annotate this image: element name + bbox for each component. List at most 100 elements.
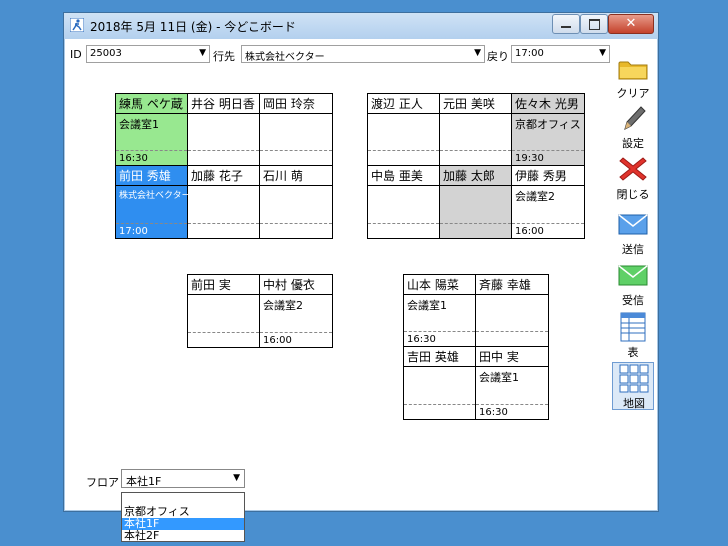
- name-divider: [260, 113, 332, 114]
- floor-select[interactable]: 本社1F ▼: [121, 469, 245, 488]
- destination-value: 株式会社ベクター: [245, 52, 325, 63]
- time-divider: [404, 404, 475, 405]
- receive-label: 受信: [622, 294, 644, 307]
- destination-select[interactable]: 株式会社ベクター ▼: [241, 45, 485, 63]
- settings-button[interactable]: 設定: [612, 103, 654, 151]
- name-divider: [404, 294, 475, 295]
- seat-cell[interactable]: 中村 優衣会議室2 16:00: [260, 275, 332, 347]
- name-divider: [260, 294, 332, 295]
- seat-group-4: 山本 陽菜 会議室1 16:30 斉藤 幸雄 吉田 英雄 田中 実会議室1 16:30: [403, 274, 549, 420]
- map-button[interactable]: 地図: [612, 362, 654, 410]
- seat-cell[interactable]: 伊藤 秀男 会議室2 16:00: [512, 166, 584, 238]
- pencil-icon: [624, 106, 646, 130]
- time-divider: [116, 223, 187, 224]
- chevron-down-icon: ▼: [474, 48, 481, 58]
- folder-icon: [618, 61, 648, 80]
- seat-return-time: 16:30: [119, 153, 148, 164]
- seat-cell[interactable]: 中島 亜美: [368, 166, 440, 238]
- time-divider: [188, 223, 259, 224]
- send-button[interactable]: 送信: [612, 209, 654, 257]
- seat-cell[interactable]: 前田 秀雄株式会社ベクター 17:00: [116, 166, 191, 238]
- seat-cell[interactable]: 加藤 太郎: [440, 166, 512, 238]
- name-divider: [440, 185, 511, 186]
- seat-group-3: 前田 実 中村 優衣会議室2 16:00: [187, 274, 333, 348]
- time-divider: [188, 332, 259, 333]
- name-divider: [188, 185, 259, 186]
- seat-cell[interactable]: 吉田 英雄: [404, 347, 476, 419]
- time-divider: [368, 150, 439, 151]
- clear-button[interactable]: クリア: [612, 53, 654, 101]
- app-window: 2018年 5月 11日 (金) - 今どこボード ✕ ID 25003 ▼ 行…: [63, 12, 659, 542]
- envelope-icon: [618, 214, 648, 235]
- floor-option[interactable]: 本社2F: [122, 530, 244, 542]
- seat-cell[interactable]: 練馬 ペケ蔵 会議室1 16:30: [116, 94, 188, 166]
- close-icon: ✕: [625, 16, 637, 31]
- seat-name: 加藤 花子: [191, 169, 243, 183]
- seat-location: 京都オフィス: [515, 118, 581, 131]
- table-grid-icon: [620, 312, 646, 342]
- time-divider: [260, 150, 332, 151]
- chevron-down-icon: ▼: [199, 48, 206, 58]
- name-divider: [404, 366, 475, 367]
- seat-name: 渡辺 正人: [371, 97, 423, 111]
- seat-return-time: 16:00: [263, 335, 292, 346]
- seat-cell[interactable]: 渡辺 正人: [368, 94, 440, 166]
- seat-location: 会議室2: [263, 299, 303, 312]
- window-title: 2018年 5月 11日 (金) - 今どこボード: [90, 20, 296, 34]
- seat-cell[interactable]: 井谷 明日香: [188, 94, 260, 166]
- seat-cell[interactable]: 山本 陽菜 会議室1 16:30: [404, 275, 476, 347]
- seat-return-time: 16:30: [407, 334, 436, 345]
- red-x-icon: [619, 157, 647, 181]
- title-bar[interactable]: 2018年 5月 11日 (金) - 今どこボード ✕: [64, 13, 658, 39]
- maximize-button[interactable]: [580, 14, 608, 34]
- seat-return-time: 17:00: [119, 226, 148, 237]
- time-divider: [188, 150, 259, 151]
- id-value: 25003: [90, 48, 122, 59]
- time-divider: [440, 223, 511, 224]
- id-select[interactable]: 25003 ▼: [86, 45, 210, 63]
- seat-name: 前田 秀雄: [119, 169, 171, 183]
- time-divider: [404, 331, 475, 332]
- time-divider: [476, 331, 548, 332]
- seat-name: 石川 萌: [263, 169, 303, 183]
- destination-label: 行先: [213, 50, 235, 63]
- clear-label: クリア: [616, 87, 650, 100]
- seat-cell[interactable]: 加藤 花子: [188, 166, 260, 238]
- time-divider: [260, 223, 332, 224]
- seat-return-time: 16:00: [515, 226, 544, 237]
- running-man-icon: [70, 18, 84, 32]
- table-button[interactable]: 表: [612, 312, 654, 360]
- name-divider: [512, 185, 584, 186]
- send-label: 送信: [622, 243, 644, 256]
- close-label: 閉じる: [616, 188, 650, 201]
- receive-button[interactable]: 受信: [612, 260, 654, 308]
- minimize-button[interactable]: [552, 14, 580, 34]
- close-button[interactable]: 閉じる: [612, 154, 654, 202]
- seat-name: 中島 亜美: [371, 169, 423, 183]
- return-time-select[interactable]: 17:00 ▼: [511, 45, 610, 63]
- seat-name: 井谷 明日香: [191, 97, 255, 111]
- seat-cell[interactable]: 田中 実会議室1 16:30: [476, 347, 548, 419]
- return-label: 戻り: [487, 50, 509, 63]
- seat-name: 中村 優衣: [263, 278, 315, 292]
- name-divider: [116, 185, 187, 186]
- name-divider: [368, 113, 439, 114]
- seat-cell[interactable]: 岡田 玲奈: [260, 94, 332, 166]
- minimize-icon: [561, 26, 571, 28]
- map-grid-icon: [619, 364, 649, 393]
- seat-cell[interactable]: 前田 実: [188, 275, 260, 347]
- seat-cell[interactable]: 石川 萌: [260, 166, 332, 238]
- seat-cell[interactable]: 斉藤 幸雄: [476, 275, 548, 347]
- floor-dropdown: 京都オフィス 本社1F 本社2F: [121, 492, 245, 542]
- seat-location: 株式会社ベクター: [119, 191, 191, 201]
- seat-cell[interactable]: 佐々木 光男 京都オフィス 19:30: [512, 94, 584, 166]
- name-divider: [368, 185, 439, 186]
- floor-value: 本社1F: [126, 475, 162, 488]
- name-divider: [476, 366, 548, 367]
- seat-cell[interactable]: 元田 美咲: [440, 94, 512, 166]
- seat-name: 佐々木 光男: [515, 97, 579, 111]
- name-divider: [188, 294, 259, 295]
- name-divider: [116, 113, 187, 114]
- time-divider: [440, 150, 511, 151]
- close-window-button[interactable]: ✕: [608, 14, 654, 34]
